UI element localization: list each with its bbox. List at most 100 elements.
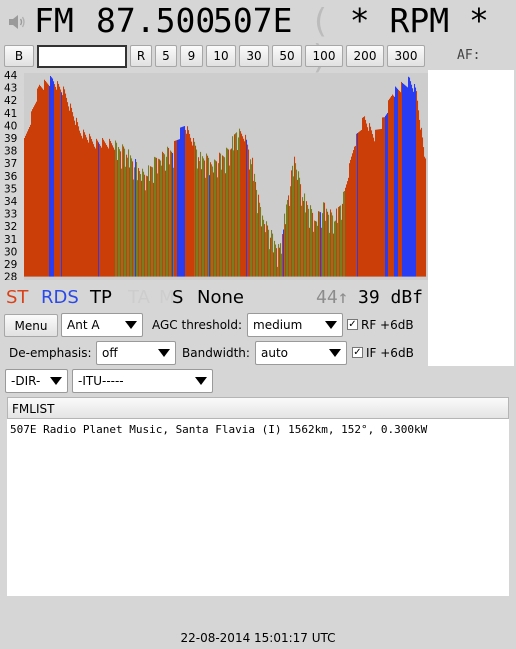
spectrum-bar	[91, 138, 93, 277]
spectrum-bar	[207, 155, 209, 277]
spectrum-bar	[105, 143, 107, 277]
spectrum-bar	[204, 160, 206, 277]
spectrum-bar	[358, 132, 360, 277]
spectrum-bar	[140, 174, 142, 277]
spectrum-bar	[361, 129, 363, 277]
spectrum-bar	[402, 83, 404, 277]
spectrum-bar	[247, 144, 249, 277]
spectrum-bar	[230, 149, 232, 277]
spectrum-bar	[276, 248, 278, 277]
y-tick-label: 28	[4, 272, 17, 280]
spectrum-bar	[40, 86, 42, 277]
spectrum-bar	[363, 117, 365, 277]
spectrum-bar	[221, 169, 223, 277]
chevron-down-icon	[158, 349, 170, 357]
spectrum-bar	[287, 199, 289, 277]
spectrum-bar	[152, 167, 154, 277]
y-tick-label: 42	[4, 95, 17, 107]
spectrum-bar	[54, 84, 56, 277]
step-10-button[interactable]: 10	[206, 45, 236, 67]
reset-button[interactable]: R	[130, 45, 152, 67]
rds-indicator: RDS	[41, 287, 79, 308]
menu-button[interactable]: Menu	[4, 314, 58, 337]
spectrum-bar	[365, 119, 367, 277]
spectrum-bar	[252, 157, 254, 277]
spectrum-bar	[362, 117, 364, 277]
spectrum-bar	[157, 173, 159, 277]
step-9-button[interactable]: 9	[180, 45, 203, 67]
fmlist-entry[interactable]: 507E Radio Planet Music, Santa Flavia (I…	[10, 423, 506, 436]
spectrum-bar	[181, 127, 183, 277]
pty-display: None	[197, 287, 244, 308]
spectrum-bar	[179, 139, 181, 277]
spectrum-bar	[225, 173, 227, 277]
step-100-button[interactable]: 100	[305, 45, 343, 67]
spectrum-bar	[156, 157, 158, 277]
step-300-button[interactable]: 300	[387, 45, 425, 67]
spectrum-bar	[248, 149, 250, 277]
rf-6db-checkbox[interactable]: ✓	[347, 319, 358, 330]
step-5-button[interactable]: 5	[155, 45, 177, 67]
spectrum-bar	[375, 129, 377, 277]
spectrum-bar	[96, 138, 98, 277]
dir-select[interactable]: -DIR-	[5, 369, 68, 393]
spectrum-bar	[395, 86, 397, 277]
spectrum-bar	[115, 140, 117, 277]
spectrum-bar	[133, 179, 135, 277]
spectrum-bar	[81, 135, 83, 277]
spectrum-bar	[107, 146, 109, 277]
spectrum-bar	[288, 195, 290, 277]
step-200-button[interactable]: 200	[346, 45, 384, 67]
spectrum-bar	[177, 139, 179, 277]
spectrum-bar	[33, 107, 35, 277]
af-list-panel[interactable]	[428, 70, 514, 366]
y-tick-label: 44	[4, 70, 18, 82]
fmlist-results: 507E Radio Planet Music, Santa Flavia (I…	[7, 419, 509, 596]
spectrum-bar	[311, 209, 313, 277]
spectrum-bar	[203, 158, 205, 277]
spectrum-bar	[211, 164, 213, 277]
spectrum-bar	[275, 244, 277, 277]
step-30-button[interactable]: 30	[239, 45, 269, 67]
spectrum-bar	[417, 100, 419, 277]
spectrum-bar	[244, 141, 246, 277]
spectrum-bar	[369, 123, 371, 277]
frequency-input[interactable]	[37, 45, 127, 68]
bandwidth-select[interactable]: auto	[255, 341, 347, 365]
antenna-select[interactable]: Ant A	[61, 313, 143, 337]
spectrum-bar	[167, 146, 169, 277]
spectrum-bar	[405, 85, 407, 277]
fmlist-header[interactable]: FMLIST	[7, 397, 509, 419]
spectrum-bar	[389, 98, 391, 277]
spectrum-bar	[404, 84, 406, 277]
spectrum-bar	[327, 211, 329, 277]
spectrum-bar	[84, 132, 86, 277]
spectrum-bar	[214, 159, 216, 277]
spectrum-bar	[109, 138, 111, 277]
itu-select[interactable]: -ITU-----	[72, 369, 213, 393]
band-button[interactable]: B	[4, 45, 34, 67]
spectrum-bar	[222, 155, 224, 277]
spectrum-bar	[239, 128, 241, 277]
spectrum-bar	[186, 133, 188, 277]
spectrum-bar	[262, 215, 264, 277]
spectrum-bar	[351, 156, 353, 277]
spectrum-bar	[34, 105, 36, 277]
spectrum-bar	[190, 137, 192, 277]
signal-spectrum-graph[interactable]: 4443424140393837363534333231302928	[3, 70, 428, 280]
spectrum-bar	[164, 154, 166, 277]
deemphasis-select[interactable]: off	[96, 341, 176, 365]
agc-select[interactable]: medium	[247, 313, 343, 337]
spectrum-bar	[213, 172, 215, 277]
spectrum-bar	[85, 134, 87, 277]
spectrum-bar	[238, 137, 240, 277]
speaker-icon[interactable]	[7, 12, 27, 32]
spectrum-bar	[168, 147, 170, 277]
spectrum-bar	[306, 201, 308, 277]
spectrum-bar	[413, 91, 415, 277]
agc-value: medium	[253, 318, 303, 332]
spectrum-bar	[141, 180, 143, 277]
step-50-button[interactable]: 50	[272, 45, 302, 67]
if-6db-checkbox[interactable]: ✓	[352, 347, 363, 358]
spectrum-bar	[285, 224, 287, 277]
